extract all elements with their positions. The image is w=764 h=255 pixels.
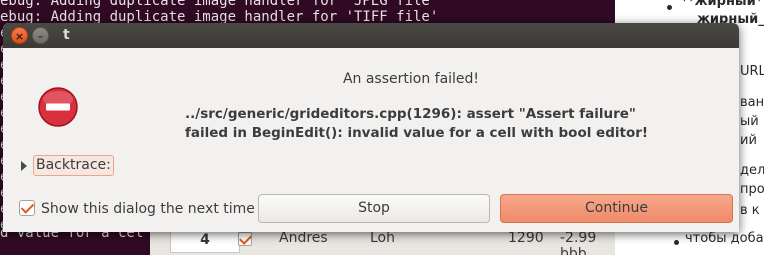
continue-button[interactable]: Continue (500, 194, 733, 223)
doc-text: чтобы доба (685, 231, 764, 246)
doc-text: делал (740, 163, 764, 178)
terminal-line: ebug: Adding duplicate image handler for… (0, 9, 439, 25)
doc-text: ий (740, 133, 757, 148)
doc-text: ый (740, 114, 759, 129)
show-dialog-label[interactable]: Show this dialog the next time (41, 201, 255, 217)
bool-cell-checkbox[interactable] (238, 232, 252, 246)
error-stop-icon (38, 87, 78, 127)
stop-button[interactable]: Stop (258, 194, 490, 223)
bullet-icon (667, 5, 672, 10)
amount-cell[interactable]: -2.99 bbb (560, 230, 615, 255)
window-title: t (63, 27, 70, 43)
backtrace-label[interactable]: Backtrace: (33, 155, 114, 176)
dialog-headline: An assertion failed! (342, 71, 480, 87)
number-cell[interactable]: 1290 (508, 230, 544, 246)
assertion-message: ../src/generic/grideditors.cpp(1296): as… (185, 105, 725, 143)
message-line: failed in BeginEdit(): invalid value for… (185, 125, 649, 141)
doc-text: **жирный** (681, 0, 764, 9)
close-icon[interactable]: × (11, 27, 28, 44)
last-name-cell[interactable]: Loh (370, 230, 395, 246)
doc-text: ванн (740, 95, 764, 110)
assertion-dialog: × – t An assertion failed! ../src/generi… (3, 23, 739, 232)
expander-arrow-icon[interactable] (21, 161, 27, 171)
minimize-icon[interactable]: – (32, 27, 49, 44)
show-dialog-checkbox[interactable] (19, 200, 35, 216)
bullet-icon (674, 240, 679, 245)
doc-text: про (740, 182, 764, 197)
terminal-line: ebug: Adding duplicate image handler for… (0, 0, 439, 9)
doc-text: URL (740, 64, 764, 79)
first-name-cell[interactable]: Andres (279, 230, 328, 246)
doc-text: в к (740, 203, 760, 218)
message-line: ../src/generic/grideditors.cpp(1296): as… (185, 106, 636, 122)
title-bar[interactable]: × – t (3, 23, 739, 48)
